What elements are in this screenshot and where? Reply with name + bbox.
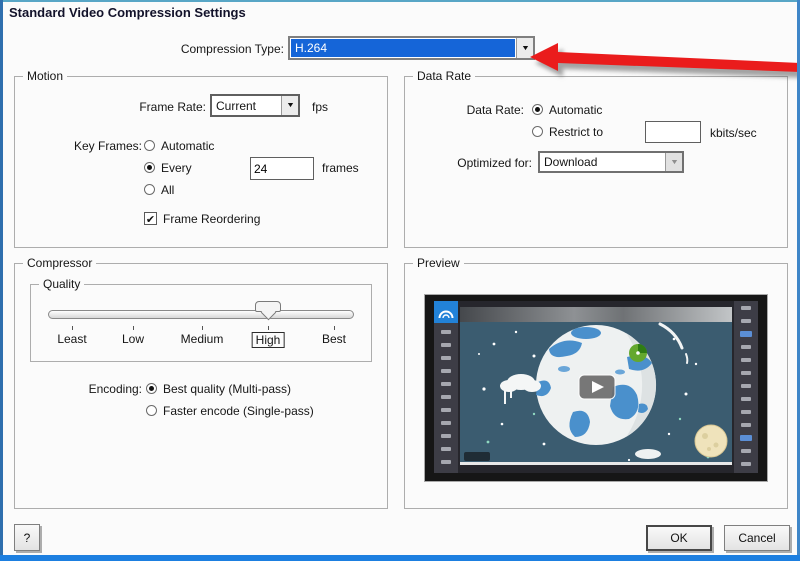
quality-label-best: Best	[322, 332, 346, 346]
encoding-best-quality-label: Best quality (Multi-pass)	[163, 382, 291, 396]
key-frames-every-label: Every	[161, 161, 192, 175]
key-frames-every-radio[interactable]	[144, 162, 155, 173]
compression-type-label: Compression Type:	[104, 42, 284, 56]
compressor-group-title: Compressor	[23, 256, 96, 270]
motion-group-title: Motion	[23, 69, 67, 83]
annotation-arrow-icon	[520, 30, 800, 90]
quality-label-high: High	[252, 332, 285, 348]
encoding-faster-encode-radio[interactable]	[146, 405, 157, 416]
window-border-left	[0, 0, 3, 561]
slider-tick	[268, 326, 269, 330]
quality-label-least: Least	[57, 332, 86, 346]
slider-tick	[72, 326, 73, 330]
frame-rate-select[interactable]: Current ▼	[210, 94, 300, 117]
ok-button[interactable]: OK	[646, 525, 712, 551]
frame-rate-label: Frame Rate:	[96, 100, 206, 114]
chevron-down-icon: ▼	[669, 159, 678, 166]
cancel-button[interactable]: Cancel	[724, 525, 790, 551]
encoding-label: Encoding:	[60, 382, 142, 396]
data-rate-label: Data Rate:	[404, 103, 524, 117]
optimized-for-label: Optimized for:	[414, 156, 532, 170]
fps-unit-label: fps	[312, 100, 328, 114]
key-frames-every-input[interactable]	[250, 157, 314, 180]
chevron-down-icon: ▼	[285, 102, 294, 109]
key-frames-automatic-radio[interactable]	[144, 140, 155, 151]
data-rate-automatic-radio[interactable]	[532, 104, 543, 115]
compression-settings-dialog: Standard Video Compression Settings Comp…	[0, 0, 800, 561]
help-button[interactable]: ?	[14, 524, 40, 551]
window-title: Standard Video Compression Settings	[9, 5, 246, 20]
preview-thumbnail	[424, 294, 768, 482]
compression-type-value: H.264	[291, 39, 515, 57]
key-frames-all-radio[interactable]	[144, 184, 155, 195]
quality-group-title: Quality	[39, 277, 84, 291]
data-rate-group-title: Data Rate	[413, 69, 475, 83]
quality-label-medium: Medium	[181, 332, 224, 346]
preview-group-title: Preview	[413, 256, 464, 270]
compression-type-select[interactable]: H.264 ▼	[288, 36, 535, 60]
frames-unit-label: frames	[322, 161, 359, 175]
optimized-for-value: Download	[540, 153, 665, 171]
slider-tick	[202, 326, 203, 330]
key-frames-automatic-label: Automatic	[161, 139, 214, 153]
encoding-best-quality-radio[interactable]	[146, 383, 157, 394]
slider-tick	[133, 326, 134, 330]
quality-group: Quality	[30, 284, 372, 362]
window-border-top	[0, 0, 800, 2]
check-icon: ✔	[146, 214, 155, 226]
key-frames-all-label: All	[161, 183, 174, 197]
data-rate-restrict-input[interactable]	[645, 121, 701, 143]
quality-slider-thumb[interactable]	[255, 301, 281, 312]
window-border-bottom	[0, 555, 800, 561]
frame-rate-value: Current	[212, 96, 281, 115]
optimized-for-select[interactable]: Download ▼	[538, 151, 684, 173]
key-frames-label: Key Frames:	[74, 139, 142, 153]
optimized-for-dropdown-button[interactable]: ▼	[665, 153, 682, 171]
data-rate-restrict-radio[interactable]	[532, 126, 543, 137]
data-rate-restrict-label: Restrict to	[549, 125, 603, 139]
encoding-faster-encode-label: Faster encode (Single-pass)	[163, 404, 314, 418]
quality-slider-track[interactable]	[48, 310, 354, 319]
data-rate-automatic-label: Automatic	[549, 103, 602, 117]
quality-label-low: Low	[122, 332, 144, 346]
kbits-unit-label: kbits/sec	[710, 126, 757, 140]
slider-tick	[334, 326, 335, 330]
frame-reordering-label: Frame Reordering	[163, 212, 260, 226]
frame-reordering-checkbox[interactable]: ✔	[144, 212, 157, 225]
frame-rate-dropdown-button[interactable]: ▼	[281, 96, 298, 115]
